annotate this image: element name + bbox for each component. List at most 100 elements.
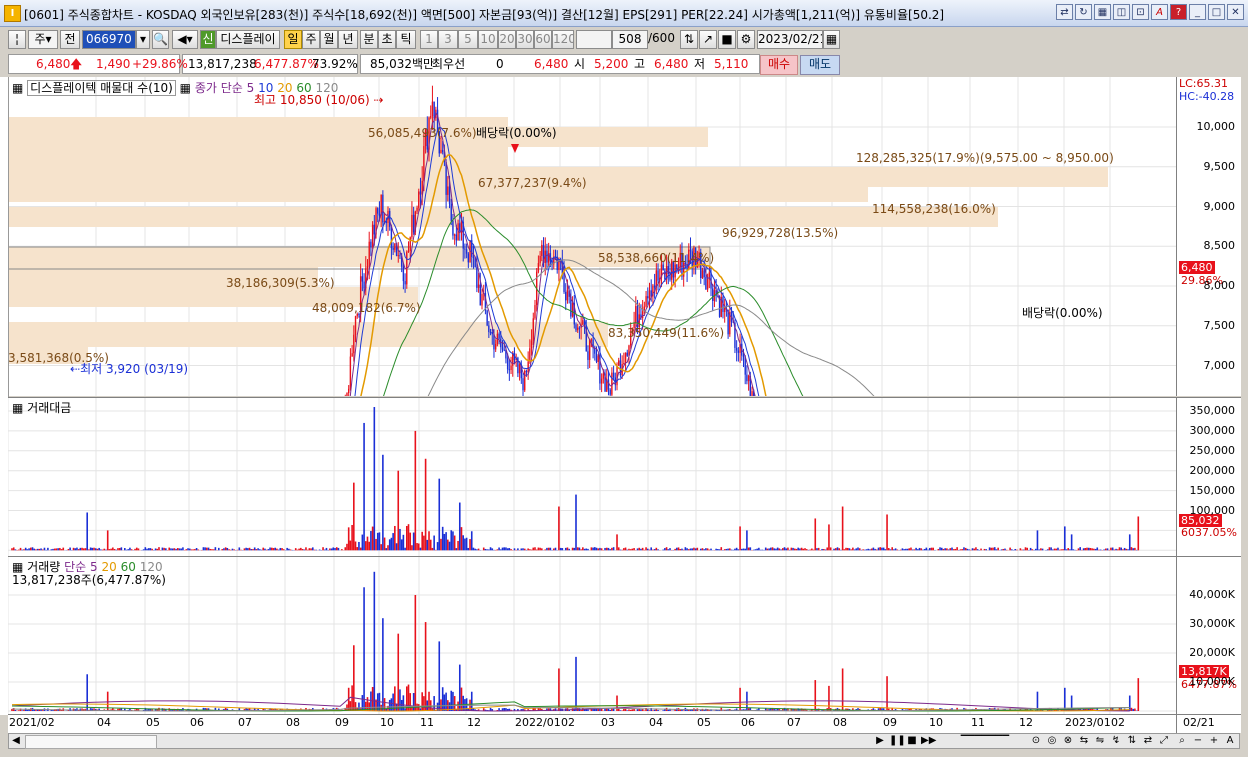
- minimize-button[interactable]: _: [1189, 4, 1206, 20]
- volume-tick: 20,000K: [1189, 646, 1235, 659]
- prev-button[interactable]: 전: [60, 30, 80, 49]
- interval-30[interactable]: 30: [516, 30, 534, 49]
- zoom-slider[interactable]: ▔▔▔▔▔▔▔: [945, 734, 1025, 748]
- amount-bar: [841, 506, 844, 551]
- price-panel[interactable]: ▦ 디스플레이텍 매물대 수(10) ▦ 종가 단순 5 10 20 60 12…: [8, 77, 1176, 396]
- amount-bar: [980, 548, 982, 551]
- link-icon[interactable]: ⇄: [1056, 4, 1073, 20]
- volume-panel[interactable]: ▦ 거래량 단순 5 20 60 120 13,817,238주(6,477.8…: [8, 556, 1176, 714]
- scroll-right-icon[interactable]: ▶: [873, 734, 887, 748]
- amount-bar: [38, 548, 41, 551]
- save-icon[interactable]: ■: [718, 30, 736, 49]
- volume-bar: [648, 710, 651, 711]
- panel-menu-icon[interactable]: ▦: [12, 81, 23, 95]
- settings-icon[interactable]: ⚙: [737, 30, 755, 49]
- tool-icon-6[interactable]: ↯: [1109, 734, 1123, 748]
- amount-bar: [1122, 549, 1124, 551]
- close-button[interactable]: ✕: [1227, 4, 1244, 20]
- candle-body: [575, 324, 577, 331]
- interval-1[interactable]: 1: [420, 30, 438, 49]
- zoom-search-icon[interactable]: ⌕: [1175, 734, 1189, 748]
- pause-icon[interactable]: ❚❚: [889, 734, 906, 748]
- interval-5[interactable]: 5: [458, 30, 478, 49]
- fast-forward-icon[interactable]: ▶▶: [921, 734, 936, 748]
- amount-bar: [771, 547, 774, 551]
- amount-bar: [585, 548, 588, 551]
- speaker-icon[interactable]: ◀▾: [172, 30, 198, 49]
- amount-bar: [564, 547, 567, 551]
- amount-bar: [1125, 548, 1128, 551]
- refresh-icon[interactable]: ↻: [1075, 4, 1092, 20]
- zoom-out-icon[interactable]: −: [1191, 734, 1205, 748]
- tool-icon-3[interactable]: ⊗: [1061, 734, 1075, 748]
- candle-body: [503, 349, 505, 351]
- stop-icon[interactable]: ■: [905, 734, 919, 748]
- high-price: 6,480: [654, 57, 689, 71]
- tool-icon-2[interactable]: ◎: [1045, 734, 1059, 748]
- help-icon[interactable]: ?: [1170, 4, 1187, 20]
- amount-panel[interactable]: ▦ 거래대금: [8, 397, 1176, 556]
- period-month[interactable]: 월: [320, 30, 338, 49]
- amount-bar: [869, 549, 871, 551]
- layout-icon[interactable]: ▦: [1094, 4, 1111, 20]
- date-input[interactable]: 2023/02/21: [757, 30, 823, 49]
- tool-icon-7[interactable]: ⇅: [1125, 734, 1139, 748]
- app-icon: I: [4, 5, 21, 22]
- volume-bar: [86, 674, 88, 711]
- amount-bar: [344, 547, 347, 551]
- chart-scrollbar[interactable]: ◀ ▶ ❚❚ ■ ▶▶ ▔▔▔▔▔▔▔ ⊙ ◎ ⊗ ⇆ ⇋ ↯ ⇅ ⇄ ⤢ ⌕ …: [8, 733, 1240, 749]
- candle-body: [452, 220, 454, 236]
- volume-bar: [407, 684, 410, 711]
- pin-icon[interactable]: ⊡: [1132, 4, 1149, 20]
- interval-60[interactable]: 60: [534, 30, 552, 49]
- custom-interval-input[interactable]: [576, 30, 612, 49]
- display-button[interactable]: 디스플레이: [216, 30, 280, 49]
- collapse-icon[interactable]: ▦: [180, 81, 191, 95]
- amount-bar: [382, 454, 384, 551]
- amount-bar: [677, 547, 680, 551]
- amount-bar: [983, 548, 986, 551]
- amount-menu-icon[interactable]: ▦: [12, 401, 23, 415]
- sell-button[interactable]: 매도: [800, 55, 840, 75]
- tool-icon-4[interactable]: ⇆: [1077, 734, 1091, 748]
- amount-bar: [192, 549, 194, 551]
- bar-count-input[interactable]: 508: [612, 30, 648, 49]
- period-tick[interactable]: 틱: [396, 30, 416, 49]
- period-minute[interactable]: 분: [360, 30, 378, 49]
- amount-bar: [445, 532, 447, 551]
- line-tool-icon[interactable]: ↗: [699, 30, 717, 49]
- zoom-in-icon[interactable]: +: [1207, 734, 1221, 748]
- font-icon[interactable]: A: [1151, 4, 1168, 20]
- stock-code-input[interactable]: 066970: [82, 30, 136, 49]
- tool-icon-8[interactable]: ⇄: [1141, 734, 1155, 748]
- type-select[interactable]: 주▾: [28, 30, 58, 49]
- candle-body: [751, 391, 753, 396]
- candle-body: [465, 249, 468, 254]
- tool-icon-5[interactable]: ⇋: [1093, 734, 1107, 748]
- period-year[interactable]: 년: [338, 30, 358, 49]
- period-week[interactable]: 주: [302, 30, 320, 49]
- tool-icon-1[interactable]: ⊙: [1029, 734, 1043, 748]
- interval-20[interactable]: 20: [498, 30, 516, 49]
- interval-3[interactable]: 3: [438, 30, 458, 49]
- calendar-icon[interactable]: ▦: [823, 30, 840, 49]
- period-day[interactable]: 일: [284, 30, 302, 49]
- period-second[interactable]: 초: [378, 30, 396, 49]
- font-size-icon[interactable]: A: [1223, 734, 1237, 748]
- tool-icon-9[interactable]: ⤢: [1157, 734, 1171, 748]
- scroll-thumb[interactable]: [25, 735, 157, 749]
- scroll-left-icon[interactable]: ◀: [9, 734, 23, 748]
- amount-bar: [534, 547, 536, 551]
- amount-bar: [865, 549, 868, 551]
- amount-bar: [631, 548, 634, 551]
- low-label: 저: [694, 57, 706, 71]
- maximize-button[interactable]: □: [1208, 4, 1225, 20]
- buy-button[interactable]: 매수: [760, 55, 798, 75]
- swap-icon[interactable]: ⇅: [680, 30, 698, 49]
- interval-10[interactable]: 10: [478, 30, 498, 49]
- search-icon[interactable]: 🔍: [152, 30, 169, 49]
- ticker-icon[interactable]: ¦: [8, 30, 26, 49]
- interval-120[interactable]: 120: [552, 30, 574, 49]
- code-dropdown-icon[interactable]: ▾: [136, 30, 150, 49]
- split-icon[interactable]: ◫: [1113, 4, 1130, 20]
